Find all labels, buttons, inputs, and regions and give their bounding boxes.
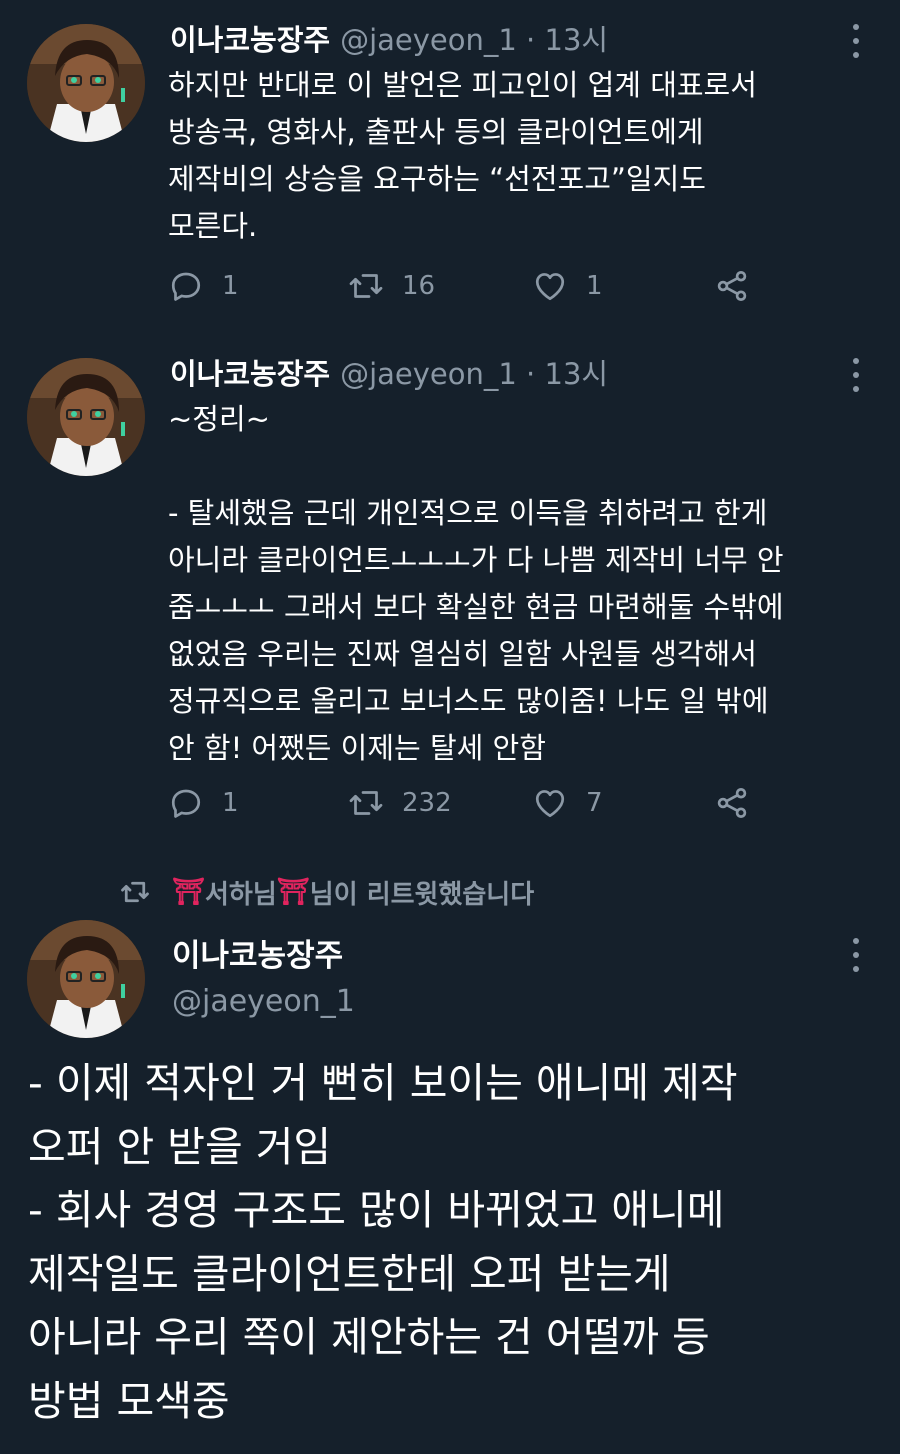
heart-icon <box>535 790 565 818</box>
reply-button[interactable]: 1 <box>168 266 239 306</box>
retweeter-name[interactable]: 서하님 <box>205 874 277 911</box>
retweet-banner[interactable]: ⛩ 서하님 ⛩ 님이 리트윗했습니다 <box>120 870 534 914</box>
retweet-icon <box>349 274 383 298</box>
retweet-button[interactable]: 232 <box>348 783 452 823</box>
author-handle-time[interactable]: @jaeyeon_1 · 13시 <box>340 351 608 393</box>
author-handle-time[interactable]: @jaeyeon_1 · 13시 <box>340 17 608 59</box>
retweet-icon <box>349 791 383 815</box>
reply-button[interactable]: 1 <box>168 783 239 823</box>
author-handle[interactable]: @jaeyeon_1 <box>172 984 355 1019</box>
tweet-text: - 이제 적자인 거 뻔히 보이는 애니메 제작 오퍼 안 받을 거임 - 회사… <box>28 1059 738 1425</box>
tweet-actions: 1 232 7 <box>168 783 768 823</box>
avatar[interactable] <box>27 358 145 476</box>
torii-icon: ⛩ <box>276 877 310 907</box>
retweet-count: 16 <box>402 271 436 301</box>
reply-count: 1 <box>222 271 239 301</box>
author-name[interactable]: 이나코농장주 <box>172 930 343 975</box>
more-icon[interactable] <box>846 938 866 972</box>
reply-count: 1 <box>222 788 239 818</box>
tweet-header: 이나코농장주 @jaeyeon_1 · 13시 <box>170 16 608 60</box>
tweet-text: 하지만 반대로 이 발언은 피고인이 업계 대표로서 방송국, 영화사, 출판사… <box>168 68 757 243</box>
retweet-button[interactable]: 16 <box>348 266 435 306</box>
retweet-count: 232 <box>402 788 452 818</box>
share-icon <box>717 788 747 818</box>
avatar-image <box>27 358 145 476</box>
like-button[interactable]: 7 <box>532 783 603 823</box>
reply-icon <box>171 789 201 818</box>
more-icon[interactable] <box>846 24 866 58</box>
avatar[interactable] <box>27 24 145 142</box>
timeline: 이나코농장주 @jaeyeon_1 · 13시 하지만 반대로 이 발언은 피고… <box>0 0 900 1454</box>
torii-icon: ⛩ <box>172 877 206 907</box>
retweet-label: 님이 리트윗했습니다 <box>309 879 535 910</box>
like-count: 7 <box>586 788 603 818</box>
author-name[interactable]: 이나코농장주 <box>170 17 330 59</box>
avatar-image <box>27 24 145 142</box>
like-count: 1 <box>586 271 603 301</box>
avatar-image <box>27 920 145 1038</box>
tweet-header: 이나코농장주 @jaeyeon_1 · 13시 <box>170 350 608 394</box>
heart-icon <box>535 273 565 301</box>
avatar[interactable] <box>27 920 145 1038</box>
reply-icon <box>171 272 201 301</box>
share-icon <box>717 271 747 301</box>
share-button[interactable] <box>714 783 750 823</box>
author-name[interactable]: 이나코농장주 <box>170 351 330 393</box>
tweet-actions: 1 16 1 <box>168 266 768 306</box>
like-button[interactable]: 1 <box>532 266 603 306</box>
more-icon[interactable] <box>846 358 866 392</box>
tweet-text: ~정리~ - 탈세했음 근데 개인적으로 이득을 취하려고 한게 아니라 클라이… <box>168 402 784 765</box>
retweet-icon <box>121 881 149 903</box>
share-button[interactable] <box>714 266 750 306</box>
